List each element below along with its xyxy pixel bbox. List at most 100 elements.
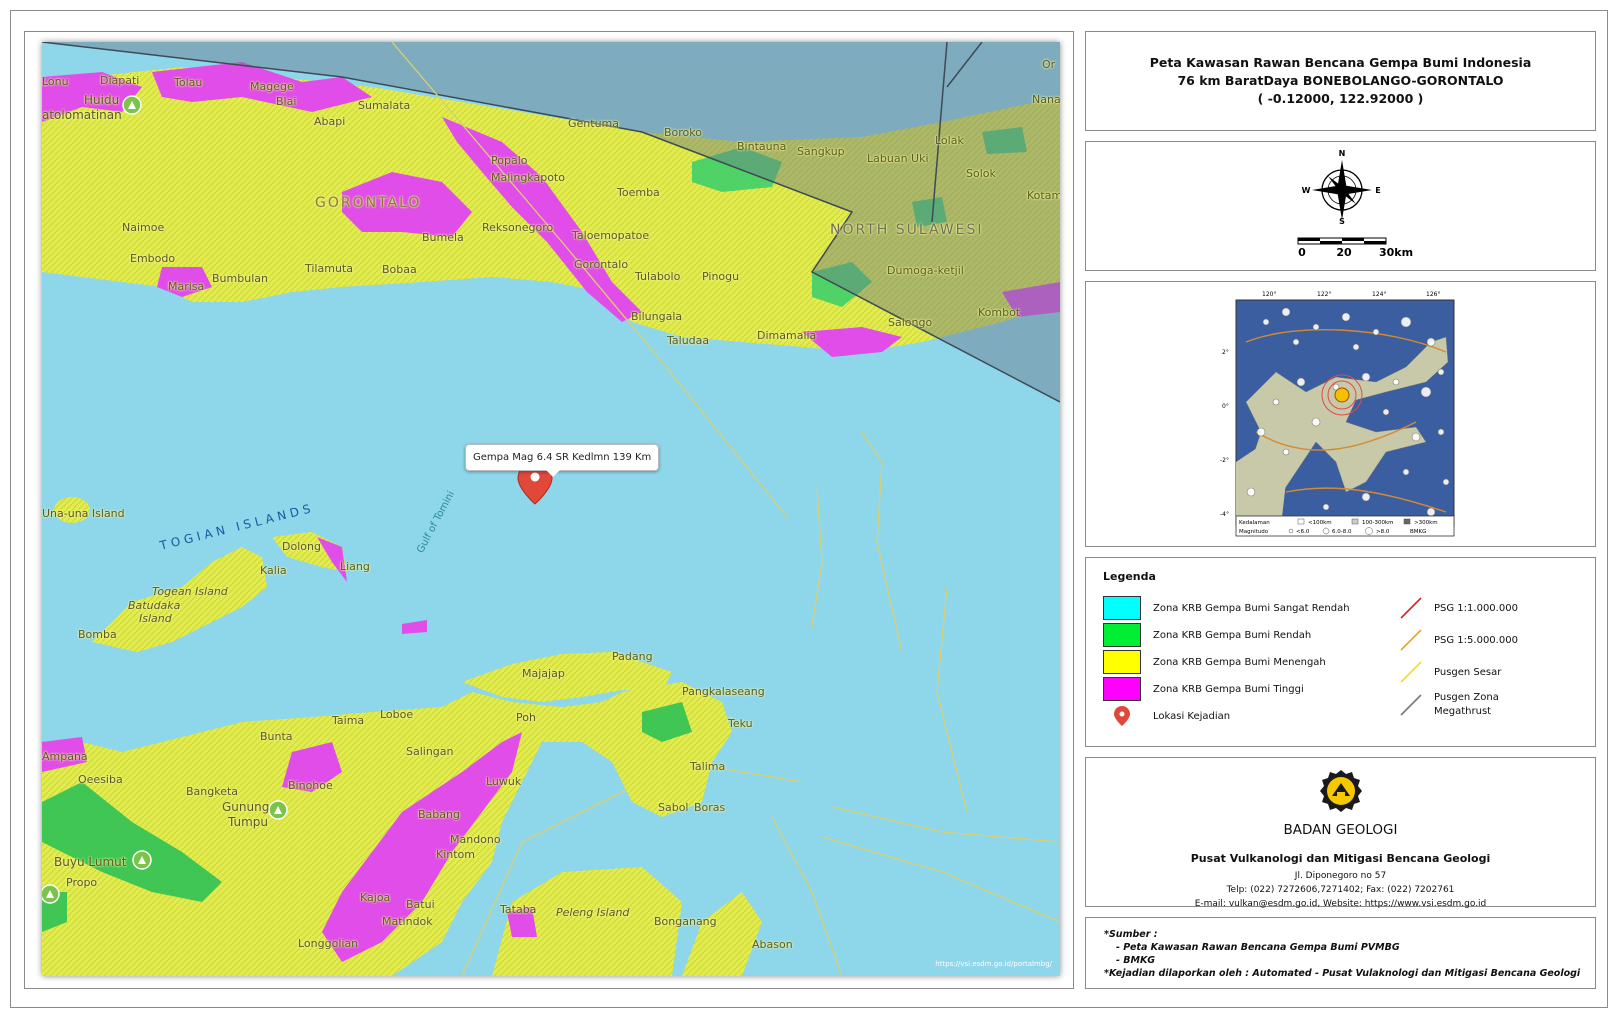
label-toemba: Toemba [617,186,660,199]
org-subname: Pusat Vulkanologi dan Mitigasi Bencana G… [1190,852,1491,865]
label-pangkalaseang: Pangkalaseang [682,685,765,698]
label-bilungala: Bilungala [631,310,683,323]
label-bomba: Bomba [78,628,117,641]
label-or: Or [1042,58,1056,71]
inset-lat-0: 2° [1222,349,1229,356]
label-diapati: Diapati [100,74,140,87]
label-sabol: Sabol [658,801,689,814]
label-taima: Taima [332,714,365,727]
legend-line-pusgen-sesar: Pusgen Sesar [1398,659,1501,685]
line-orange-icon [1400,629,1422,651]
label-bobaa: Bobaa [382,263,417,276]
legend-zone-high: Zona KRB Gempa Bumi Tinggi [1103,677,1304,701]
inset-lat-3: -4° [1220,511,1229,518]
legend-zone-medium: Zona KRB Gempa Bumi Menengah [1103,650,1326,674]
label-taludaa: Taludaa [667,334,710,347]
map-credit[interactable]: https://vsi.esdm.go.id/portalmbg/ [935,960,1052,968]
legend-line-psg1: PSG 1:1.000.000 [1398,595,1518,621]
label-blai: Blai [276,95,297,108]
label-reksonegoro: Reksonegoro [482,221,554,234]
inset-legend-d1: <100km [1308,520,1332,526]
inset-legend-bmkg: BMKG [1410,529,1426,535]
legend-line-label: Pusgen Zona Megathrust [1434,692,1499,717]
label-boroko: Boroko [664,126,702,139]
label-boras: Boras [694,801,726,814]
label-binohoe: Binohoe [288,779,333,792]
inset-legend-mag: Magnitudo [1239,529,1269,535]
inset-legend-depth: Kedalaman [1239,520,1270,526]
esdm-logo-icon [1319,770,1362,812]
label-lonu: Lonu [42,75,69,88]
legend-line-megathrust: Pusgen Zona Megathrust [1398,691,1514,719]
compass-icon: N S E W 0 20 30km [1297,149,1413,259]
inset-legend-m1: <6.0 [1296,529,1310,535]
swatch-medium [1103,650,1141,674]
label-poh: Poh [516,711,536,724]
label-babang: Babang [418,808,460,821]
scale-20: 20 [1336,246,1352,259]
compass-n: N [1339,149,1346,158]
label-ampana: Ampana [42,750,88,763]
label-longgolian: Longgolian [298,937,359,950]
label-talima: Talima [690,760,726,773]
label-mandono: Mandono [450,833,501,846]
line-grey-icon [1400,694,1422,716]
org-email: E-mail: vulkan@esdm.go.id, Website: http… [1194,899,1487,909]
label-padang: Padang [612,650,653,663]
label-una-una: Una-una Island [42,507,125,520]
legend-title: Legenda [1103,570,1156,583]
label-kintom: Kintom [436,848,475,861]
label-nana: Nana [1032,93,1060,106]
org-address: Jl. Diponegoro no 57 [1294,871,1387,881]
label-north-sulawesi: NORTH SULAWESI [830,222,984,238]
legend-line-label: PSG 1:1.000.000 [1434,602,1518,614]
line-red-icon [1400,597,1422,619]
org-phone: Telp: (022) 7272606,7271402; Fax: (022) … [1226,885,1455,895]
compass-w: W [1302,186,1311,195]
event-popup[interactable]: Gempa Mag 6.4 SR Kedlmn 139 Km [465,444,660,477]
swatch-low [1103,623,1141,647]
legend-line-label: Pusgen Sesar [1434,666,1502,678]
label-dumoga: Dumoga-ketjil [887,264,964,277]
compass-e: E [1375,186,1380,195]
label-kajoa: Kajoa [360,891,391,904]
location-pin-icon [1114,706,1130,726]
label-bumela: Bumela [422,231,464,244]
source-reported-by: *Kejadian dilaporkan oleh : Automated - … [1104,968,1581,979]
label-salingan: Salingan [406,745,454,758]
line-yellow-icon [1400,661,1422,683]
label-bumbulan: Bumbulan [212,272,268,285]
scale-bar [1297,237,1387,245]
label-gorontalo: GORONTALO [315,195,422,211]
inset-map: 120° 122° 124° 126° 2° 0° -2° -4° Kedala… [1220,291,1455,537]
label-salongo: Salongo [888,316,933,329]
source-panel: *Sumber : - Peta Kawasan Rawan Bencana G… [1085,917,1596,989]
map-title: Peta Kawasan Rawan Bencana Gempa Bumi In… [1149,55,1532,70]
legend-line-label: PSG 1:5.000.000 [1434,634,1518,646]
label-atolomatinan: atolomatinan [42,108,122,122]
title-panel: Peta Kawasan Rawan Bencana Gempa Bumi In… [1085,31,1596,131]
label-oeesiba: Oeesiba [78,773,123,786]
label-tilamuta: Tilamuta [305,262,353,275]
inset-legend-d3: >300km [1414,520,1438,526]
hazard-map[interactable]: GORONTALO NORTH SULAWESI TOGIAN ISLANDS … [42,42,1060,976]
label-liang: Liang [340,560,370,573]
label-kombot: Kombot [978,306,1021,319]
inset-legend-d2: 100-300km [1362,520,1394,526]
inset-lon-2: 124° [1372,291,1386,298]
label-teku: Teku [728,717,753,730]
map-location: 76 km BaratDaya BONEBOLANGO-GORONTALO [1177,73,1504,88]
label-naimoe: Naimoe [122,221,165,234]
label-togean: Togean Island [152,585,228,598]
scale-30km: 30km [1379,246,1413,259]
legend-location: Lokasi Kejadian [1103,704,1230,728]
label-buyu-lumut: Buyu Lumut [54,855,127,869]
legend-zone-label: Zona KRB Gempa Bumi Menengah [1153,656,1326,668]
label-tataba: Tataba [500,903,537,916]
swatch-high [1103,677,1141,701]
label-dolong: Dolong [282,540,321,553]
compass-s: S [1339,217,1345,226]
inset-lon-3: 126° [1426,291,1440,298]
legend-location-label: Lokasi Kejadian [1153,710,1231,722]
label-malingkapoto: Malingkapoto [491,171,565,184]
